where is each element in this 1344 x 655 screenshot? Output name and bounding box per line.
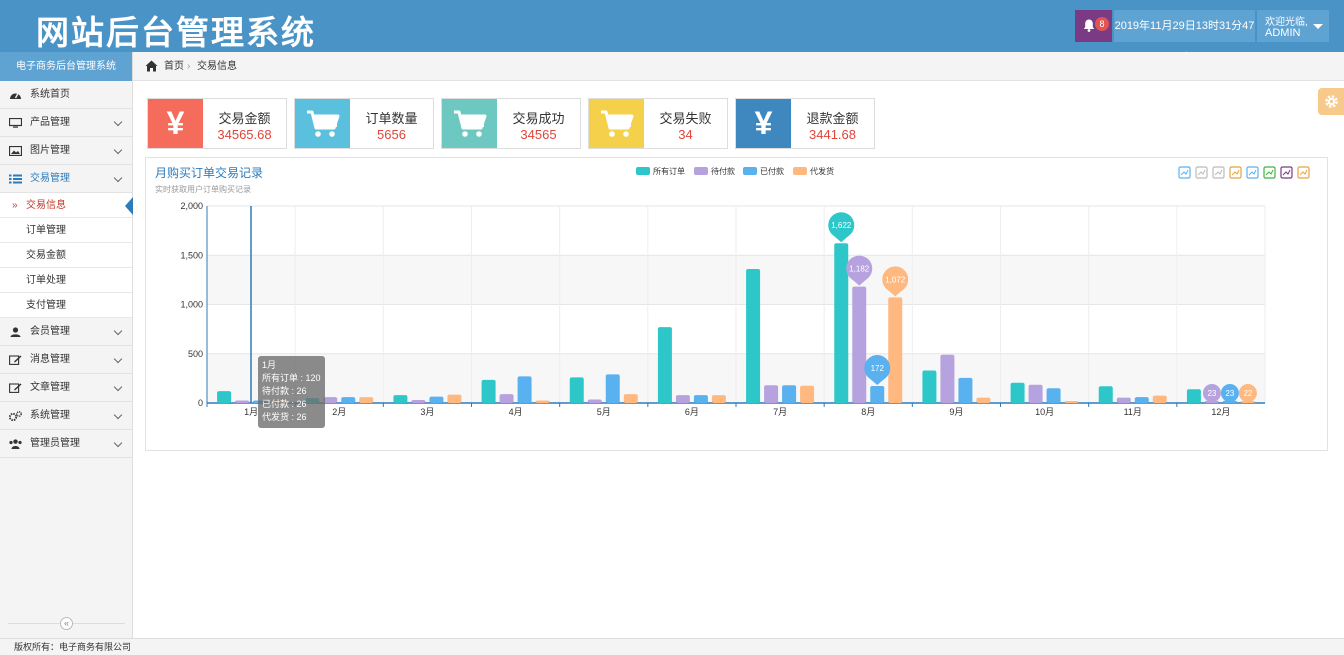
- bar: [235, 400, 250, 403]
- bar: [834, 243, 849, 403]
- bar: [746, 269, 761, 403]
- bar: [499, 394, 514, 403]
- line-chart-icon[interactable]: [1246, 166, 1259, 179]
- x-tick-label: 7月: [773, 407, 787, 417]
- legend-label: 所有订单: [653, 166, 685, 176]
- legend-swatch: [694, 167, 708, 175]
- bar: [764, 385, 779, 403]
- x-tick-label: 10月: [1035, 407, 1054, 417]
- bar-chart-icon[interactable]: [1263, 166, 1276, 179]
- x-tick-label: 6月: [685, 407, 699, 417]
- x-tick-label: 9月: [949, 407, 963, 417]
- bar: [922, 370, 937, 403]
- x-tick-label: 2月: [332, 407, 346, 417]
- bar: [323, 397, 338, 403]
- bar: [1152, 395, 1167, 403]
- value-marker-label: 23: [1225, 389, 1234, 398]
- chart-tooltip: 1月 所有订单 : 120 待付款 : 26 已付款 : 26 代发货 : 26: [258, 356, 325, 428]
- bar: [535, 400, 550, 403]
- legend-swatch: [793, 167, 807, 175]
- bar: [711, 395, 726, 403]
- footer: 版权所有：电子商务有限公司: [0, 638, 1344, 655]
- chart-title: 月购买订单交易记录: [155, 165, 263, 180]
- bar: [1046, 388, 1061, 403]
- bar: [657, 327, 672, 403]
- data-view-icon[interactable]: [1229, 166, 1242, 179]
- chart-subtitle: 实时获取用户订单购买记录: [155, 184, 251, 194]
- x-tick-label: 8月: [861, 407, 875, 417]
- mark-icon[interactable]: [1178, 166, 1191, 179]
- value-marker-label: 22: [1243, 389, 1252, 398]
- tooltip-line: 代发货 : 26: [262, 412, 307, 422]
- x-tick-label: 5月: [597, 407, 611, 417]
- restore-icon[interactable]: [1280, 166, 1293, 179]
- bar: [1028, 384, 1043, 403]
- legend-label: 已付款: [760, 166, 784, 176]
- x-tick-label: 4月: [509, 407, 523, 417]
- tooltip-line: 待付款 : 26: [262, 386, 307, 396]
- bar-chart: 0 500 1,000 1,500 2,000 1月 2月 3月 4月 5月 6月 7月 8月 9月 10月…: [155, 165, 1310, 417]
- bar: [976, 397, 991, 403]
- x-tick-label: 12月: [1211, 407, 1230, 417]
- bar: [1134, 397, 1149, 403]
- bar: [623, 394, 638, 403]
- bar: [341, 397, 356, 403]
- bar: [569, 377, 584, 403]
- bar: [1010, 382, 1025, 403]
- bar: [870, 386, 885, 403]
- bar: [481, 379, 496, 403]
- value-marker-label: 1,622: [831, 221, 852, 230]
- save-image-icon[interactable]: [1297, 166, 1310, 179]
- bar: [940, 354, 955, 403]
- y-tick-label: 2,000: [180, 201, 203, 211]
- mark-clear-icon[interactable]: [1212, 166, 1225, 179]
- tooltip-line: 已付款 : 26: [262, 399, 307, 409]
- y-tick-label: 1,000: [180, 300, 203, 310]
- bar: [517, 376, 532, 403]
- bar: [359, 397, 374, 403]
- value-marker-label: 172: [871, 364, 885, 373]
- value-marker-label: 23: [1207, 389, 1216, 398]
- bar: [888, 297, 903, 403]
- bar: [411, 400, 426, 403]
- mark-undo-icon[interactable]: [1195, 166, 1208, 179]
- bar: [1116, 397, 1131, 403]
- bar: [675, 395, 690, 403]
- x-tick-label: 11月: [1124, 407, 1142, 417]
- x-tick-label: 1月: [244, 407, 258, 417]
- bar: [958, 377, 973, 403]
- bar: [447, 394, 462, 403]
- bar: [852, 286, 867, 403]
- bar: [693, 395, 708, 403]
- bar: [1186, 389, 1201, 403]
- collapse-sidebar-button[interactable]: «: [60, 617, 73, 630]
- legend-label: 代发货: [810, 166, 834, 176]
- x-tick-label: 3月: [420, 407, 434, 417]
- bar: [217, 391, 232, 403]
- legend-swatch: [743, 167, 757, 175]
- bar: [1064, 401, 1079, 403]
- bar: [782, 385, 797, 403]
- tooltip-line: 所有订单 : 120: [262, 373, 321, 383]
- bar: [1098, 386, 1113, 403]
- legend-swatch: [636, 167, 650, 175]
- bar: [429, 396, 444, 403]
- legend-label: 待付款: [711, 166, 735, 176]
- bar: [605, 374, 620, 403]
- bar: [800, 385, 815, 403]
- bar: [393, 395, 408, 403]
- value-marker-label: 1,072: [885, 275, 906, 284]
- tooltip-title: 1月: [262, 360, 277, 370]
- value-marker-label: 1,182: [849, 265, 870, 274]
- y-tick-label: 0: [198, 398, 203, 408]
- y-tick-label: 500: [188, 349, 203, 359]
- y-tick-label: 1,500: [180, 250, 203, 260]
- bar: [587, 399, 602, 403]
